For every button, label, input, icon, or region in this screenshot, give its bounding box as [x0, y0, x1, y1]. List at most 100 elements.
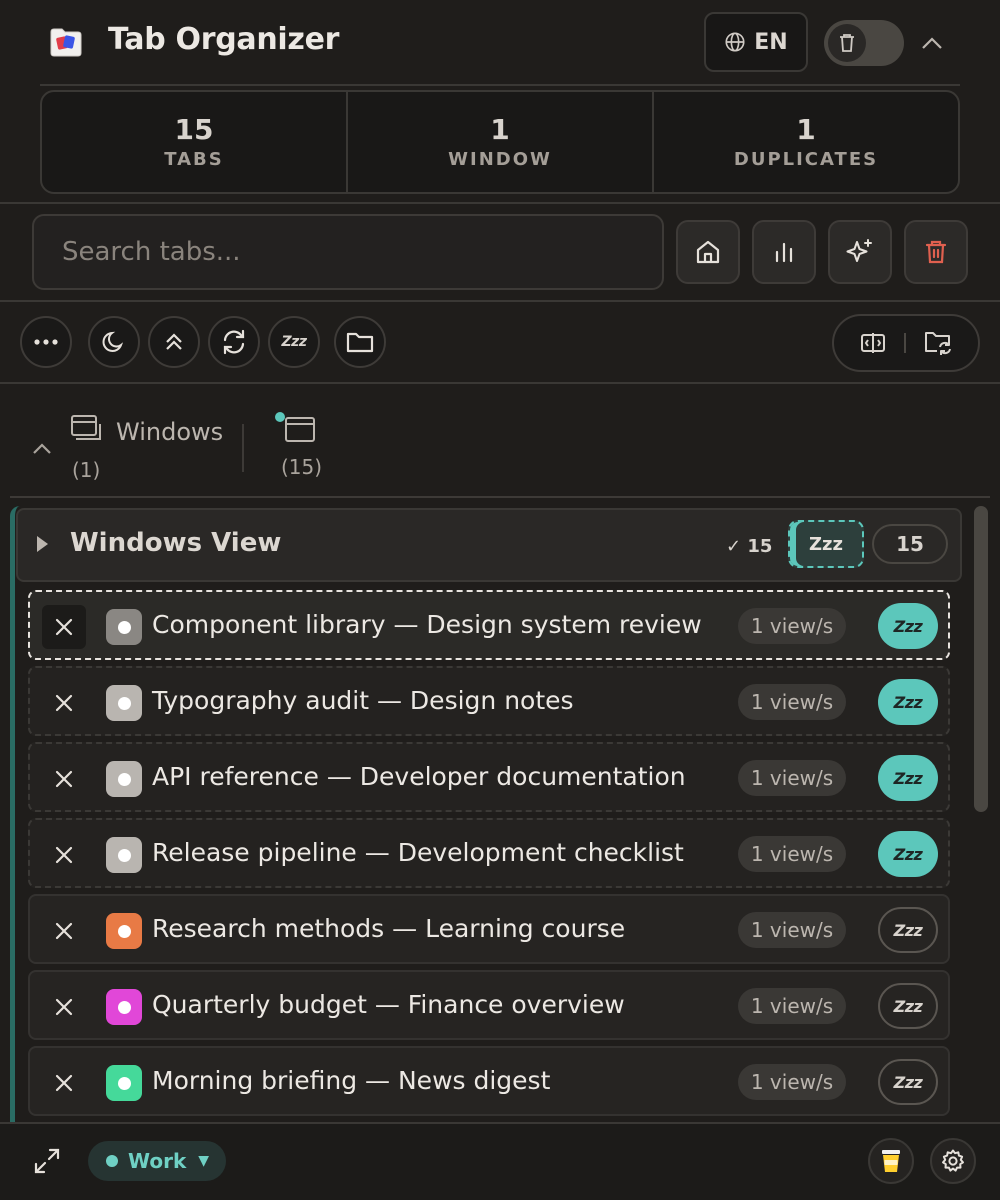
- tab-row[interactable]: Release pipeline — Development checklist…: [28, 818, 950, 888]
- ai-organize-button[interactable]: [828, 220, 892, 284]
- close-icon[interactable]: [42, 985, 86, 1029]
- expand-icon[interactable]: [32, 1146, 62, 1176]
- tab-title[interactable]: API reference — Developer documentation: [152, 762, 686, 791]
- settings-icon: [940, 1148, 966, 1174]
- stat-value: 1: [796, 113, 816, 147]
- stat-value: 1: [490, 113, 510, 147]
- sleep-tab-button[interactable]: Zzz: [878, 907, 938, 953]
- tab-title[interactable]: Morning briefing — News digest: [152, 1066, 550, 1095]
- globe-icon: [724, 31, 746, 53]
- selected-count: ✓ 15: [726, 536, 773, 557]
- chevron-up-icon[interactable]: [30, 438, 54, 458]
- tab-title[interactable]: Component library — Design system review: [152, 610, 702, 639]
- close-icon[interactable]: [42, 909, 86, 953]
- windows-view-title: Windows View: [70, 528, 282, 558]
- stat-windows: 1 WINDOW: [348, 92, 654, 192]
- sleep-tab-button[interactable]: Zzz: [878, 1059, 938, 1105]
- sleep-tab-button[interactable]: Zzz: [878, 755, 938, 801]
- language-label: EN: [754, 29, 788, 55]
- divider: [0, 382, 1000, 384]
- refresh-icon: [220, 328, 248, 356]
- stat-tabs: 15 TABS: [42, 92, 348, 192]
- settings-button[interactable]: [930, 1138, 976, 1184]
- windows-stack-icon: [70, 414, 102, 442]
- tab-title[interactable]: Typography audit — Design notes: [152, 686, 574, 715]
- favicon-icon: [106, 761, 142, 797]
- more-button[interactable]: [20, 316, 72, 368]
- tab-row[interactable]: Research methods — Learning course 1 vie…: [28, 894, 950, 964]
- sleep-tab-button[interactable]: Zzz: [878, 679, 938, 725]
- favicon-icon: [106, 1065, 142, 1101]
- sparkle-icon: [844, 236, 876, 268]
- moon-icon: [101, 329, 127, 355]
- dark-mode-button[interactable]: [88, 316, 140, 368]
- close-icon[interactable]: [42, 757, 86, 801]
- favicon-icon: [106, 685, 142, 721]
- auto-delete-toggle[interactable]: [824, 20, 904, 66]
- favicon-icon: [106, 837, 142, 873]
- more-icon: [33, 338, 59, 346]
- tab-row[interactable]: Quarterly budget — Finance overview 1 vi…: [28, 970, 950, 1040]
- sleep-tab-button[interactable]: Zzz: [878, 983, 938, 1029]
- sleep-group-button[interactable]: Zzz: [788, 520, 864, 568]
- divider: [10, 496, 990, 498]
- caret-down-icon: ▼: [198, 1153, 210, 1169]
- favicon-icon: [106, 913, 142, 949]
- tab-row[interactable]: API reference — Developer documentation …: [28, 742, 950, 812]
- trash-icon: [828, 24, 866, 62]
- tab-title[interactable]: Research methods — Learning course: [152, 914, 625, 943]
- coffee-button[interactable]: [868, 1138, 914, 1184]
- home-button[interactable]: [676, 220, 740, 284]
- delete-button[interactable]: [904, 220, 968, 284]
- language-button[interactable]: EN: [704, 12, 808, 72]
- tab-row[interactable]: Component library — Design system review…: [28, 590, 950, 660]
- chart-icon: [769, 237, 799, 267]
- chevron-up-icon[interactable]: [918, 30, 946, 56]
- triangle-right-icon[interactable]: [34, 534, 50, 554]
- workspace-selector[interactable]: Work ▼: [88, 1141, 226, 1181]
- sleep-tab-button[interactable]: Zzz: [878, 603, 938, 649]
- stats-button[interactable]: [752, 220, 816, 284]
- coffee-icon: [879, 1147, 903, 1175]
- view-switcher: [832, 314, 980, 372]
- split-view-icon[interactable]: [859, 331, 887, 355]
- stat-duplicates[interactable]: 1 DUPLICATES: [654, 92, 958, 192]
- close-icon[interactable]: [42, 833, 86, 877]
- view-count: 1 view/s: [738, 608, 846, 644]
- stat-label: WINDOW: [448, 148, 552, 170]
- view-count: 1 view/s: [738, 836, 846, 872]
- tab-row[interactable]: Morning briefing — News digest 1 view/s …: [28, 1046, 950, 1116]
- header-divider: [40, 84, 960, 86]
- workspace-label: Work: [128, 1149, 187, 1173]
- home-icon: [693, 237, 723, 267]
- window-tab-count: (15): [281, 455, 323, 479]
- stat-value: 15: [174, 113, 214, 147]
- collapse-all-button[interactable]: [148, 316, 200, 368]
- divider: [242, 424, 244, 472]
- sleep-tab-button[interactable]: Zzz: [878, 831, 938, 877]
- favicon-icon: [106, 609, 142, 645]
- windows-label[interactable]: Windows: [116, 418, 223, 446]
- tab-title[interactable]: Quarterly budget — Finance overview: [152, 990, 625, 1019]
- sleep-all-button[interactable]: Zzz: [268, 316, 320, 368]
- close-icon[interactable]: [42, 1061, 86, 1105]
- search-input[interactable]: [32, 214, 664, 290]
- tab-count-badge: 15: [872, 524, 948, 564]
- folder-button[interactable]: [334, 316, 386, 368]
- tab-row[interactable]: Typography audit — Design notes 1 view/s…: [28, 666, 950, 736]
- close-icon[interactable]: [42, 681, 86, 725]
- app-logo-icon: [48, 24, 84, 60]
- stats-panel: 15 TABS 1 WINDOW 1 DUPLICATES: [40, 90, 960, 194]
- divider: [0, 300, 1000, 302]
- collapse-up-icon: [162, 330, 186, 354]
- folder-sync-icon[interactable]: [923, 329, 953, 357]
- app-title: Tab Organizer: [108, 22, 340, 57]
- stat-label: DUPLICATES: [733, 148, 879, 170]
- current-window-icon[interactable]: [274, 410, 318, 444]
- workspace-dot: [106, 1155, 118, 1167]
- tab-title[interactable]: Release pipeline — Development checklist: [152, 838, 684, 867]
- trash-icon: [921, 237, 951, 267]
- scrollbar[interactable]: [974, 506, 988, 812]
- close-icon[interactable]: [42, 605, 86, 649]
- refresh-button[interactable]: [208, 316, 260, 368]
